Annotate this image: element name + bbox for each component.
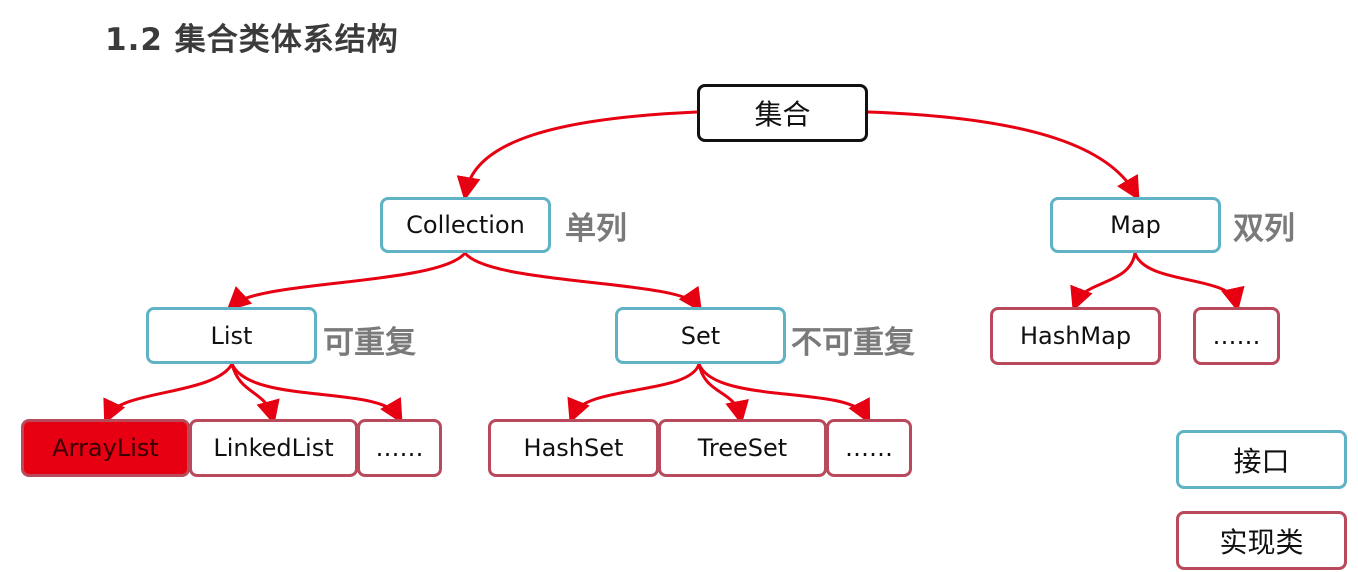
- node-linkedlist: LinkedList: [189, 419, 358, 477]
- tag-single-column: 单列: [565, 211, 627, 247]
- connector-layer: [103, 110, 1245, 425]
- node-treeset: TreeSet: [658, 419, 827, 477]
- legend-interface: 接口: [1176, 430, 1347, 489]
- arrow-set-to-hashset: [567, 363, 701, 424]
- tag-non-repeatable: 不可重复: [791, 325, 915, 361]
- tag-double-column: 双列: [1233, 211, 1295, 247]
- arrow-list-to-arraylist: [103, 363, 234, 425]
- tag-repeatable: 可重复: [323, 325, 416, 361]
- arrow-map-to-map-more: [1133, 252, 1245, 312]
- arrow-set-to-set-more: [697, 363, 871, 424]
- arrow-list-to-list-more: [230, 363, 403, 424]
- arrow-root-to-map: [867, 110, 1140, 201]
- node-list-interface: List: [146, 307, 317, 364]
- node-list-more: ……: [357, 419, 442, 477]
- node-set-interface: Set: [615, 307, 786, 364]
- node-hashmap: HashMap: [990, 307, 1161, 365]
- node-collection-interface: Collection: [380, 197, 551, 253]
- node-set-more: ……: [826, 419, 912, 477]
- arrow-collection-to-set: [463, 251, 703, 313]
- legend-implementation-class: 实现类: [1176, 511, 1347, 570]
- node-arraylist-highlighted: ArrayList: [21, 419, 190, 477]
- arrow-collection-to-list: [226, 251, 467, 312]
- node-map-more: ……: [1193, 307, 1280, 365]
- node-collections-root: 集合: [697, 84, 868, 142]
- arrow-map-to-hashmap: [1070, 252, 1137, 312]
- arrow-root-to-collection: [456, 110, 698, 201]
- node-hashset: HashSet: [488, 419, 659, 477]
- node-map-interface: Map: [1050, 197, 1221, 253]
